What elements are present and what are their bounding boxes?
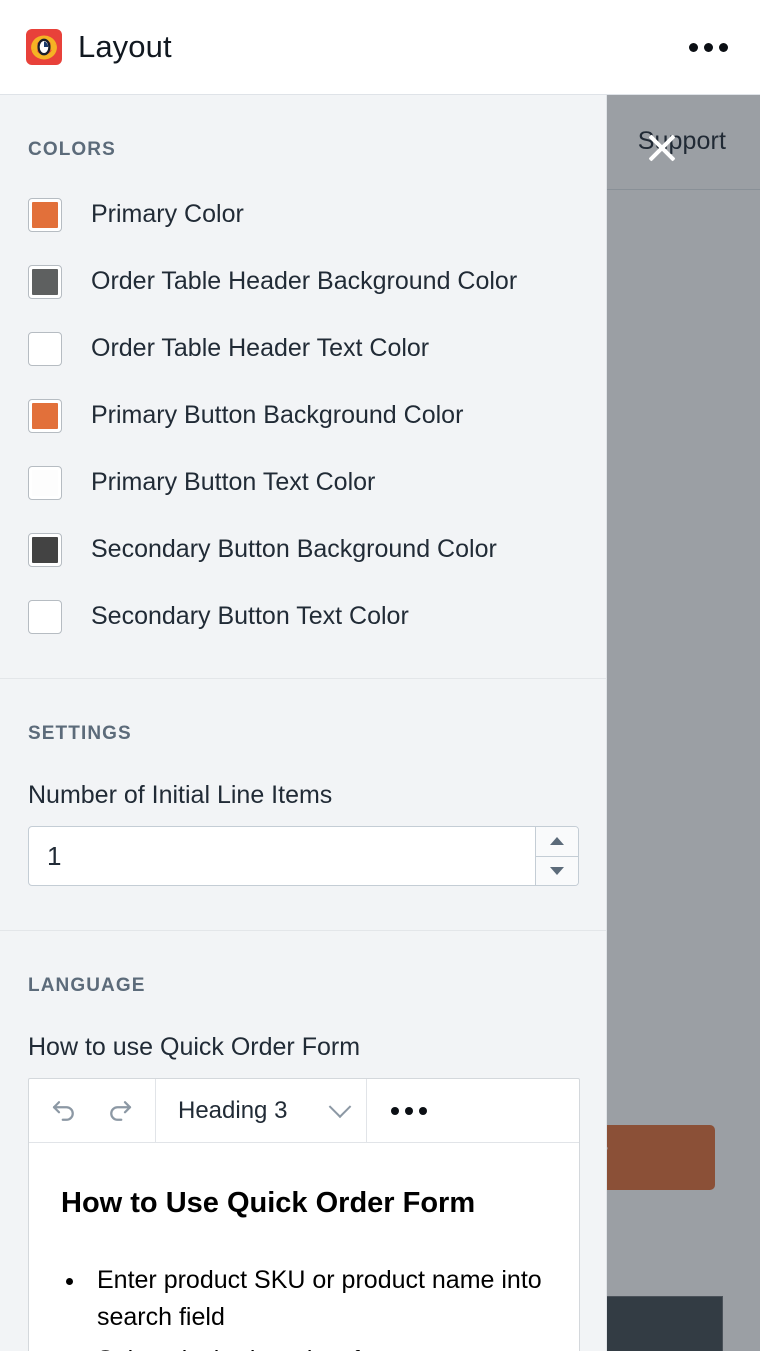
rte-bullet-item: Select desired product from — [87, 1342, 547, 1351]
block-format-select[interactable]: Heading 3 — [156, 1079, 366, 1142]
app-logo-icon — [26, 29, 62, 65]
color-swatch-frame[interactable] — [28, 197, 62, 232]
toolbar-overflow-button[interactable] — [367, 1079, 451, 1142]
quick-order-form-help-label: How to use Quick Order Form — [28, 1033, 361, 1061]
colors-list: Primary Color Order Table Header Backgro… — [0, 161, 606, 678]
language-section: LANGUAGE How to use Quick Order Form Hea… — [0, 930, 606, 1351]
color-row-label: Primary Button Text Color — [91, 468, 376, 496]
color-row-order-table-header-background[interactable]: Order Table Header Background Color — [0, 248, 606, 315]
color-swatch — [32, 469, 58, 496]
color-swatch-frame[interactable] — [28, 465, 62, 500]
close-modal-button[interactable] — [645, 131, 679, 165]
chevron-down-icon — [550, 866, 564, 875]
header-more-options-button[interactable] — [683, 33, 734, 62]
history-button-group — [29, 1079, 156, 1142]
rte-bullet-item: Enter product SKU or product name into s… — [87, 1262, 547, 1336]
color-row-order-table-header-text[interactable]: Order Table Header Text Color — [0, 315, 606, 382]
more-options-icon — [704, 42, 713, 52]
page-title: Layout — [78, 29, 172, 64]
chevron-down-icon — [328, 1094, 352, 1118]
stepper-increment-button[interactable] — [536, 827, 578, 856]
language-body: How to use Quick Order Form Heading 3 Ho… — [0, 997, 606, 1351]
redo-icon — [110, 1100, 132, 1121]
modal-header: Layout — [0, 0, 760, 95]
rich-text-editor[interactable]: Heading 3 How to Use Quick Order Form En… — [28, 1078, 580, 1351]
redo-button[interactable] — [97, 1088, 143, 1134]
color-swatch — [32, 268, 58, 295]
more-options-icon — [391, 1106, 399, 1115]
color-row-primary-button-text[interactable]: Primary Button Text Color — [0, 449, 606, 516]
settings-section: SETTINGS Number of Initial Line Items — [0, 678, 606, 930]
color-row-label: Secondary Button Text Color — [91, 602, 409, 630]
color-row-secondary-button-text[interactable]: Secondary Button Text Color — [0, 583, 606, 650]
language-section-title: LANGUAGE — [28, 975, 146, 996]
color-row-label: Primary Button Background Color — [91, 401, 464, 429]
color-row-primary-button-background[interactable]: Primary Button Background Color — [0, 382, 606, 449]
rte-heading: How to Use Quick Order Form — [61, 1187, 476, 1219]
chevron-up-icon — [550, 837, 564, 846]
color-swatch — [32, 402, 58, 429]
color-swatch-frame[interactable] — [28, 599, 62, 634]
undo-icon — [52, 1100, 74, 1121]
line-items-field[interactable] — [28, 826, 579, 886]
stepper-decrement-button[interactable] — [536, 855, 578, 885]
colors-section: COLORS Primary Color Order Table Header … — [0, 95, 606, 678]
color-row-primary-color[interactable]: Primary Color — [0, 181, 606, 248]
color-swatch — [32, 201, 58, 228]
more-options-icon — [719, 42, 728, 52]
layout-settings-panel: COLORS Primary Color Order Table Header … — [0, 95, 607, 1351]
color-row-label: Primary Color — [91, 200, 244, 228]
block-format-value: Heading 3 — [178, 1096, 288, 1124]
line-items-label: Number of Initial Line Items — [28, 781, 333, 809]
color-swatch-frame[interactable] — [28, 398, 62, 433]
line-items-stepper[interactable] — [535, 827, 578, 885]
more-options-icon — [419, 1106, 427, 1115]
color-swatch — [32, 335, 58, 362]
color-row-label: Secondary Button Background Color — [91, 535, 497, 563]
rich-text-toolbar: Heading 3 — [29, 1079, 579, 1143]
more-options-icon — [405, 1106, 413, 1115]
colors-section-title: COLORS — [28, 139, 116, 160]
rich-text-content[interactable]: How to Use Quick Order Form Enter produc… — [29, 1143, 579, 1351]
color-row-label: Order Table Header Text Color — [91, 334, 430, 362]
color-swatch — [32, 603, 58, 630]
settings-section-title: SETTINGS — [28, 723, 132, 744]
block-format-group: Heading 3 — [156, 1079, 367, 1142]
color-swatch-frame[interactable] — [28, 264, 62, 299]
color-row-label: Order Table Header Background Color — [91, 267, 518, 295]
rte-bullet-list: Enter product SKU or product name into s… — [87, 1262, 547, 1351]
line-items-input[interactable] — [29, 827, 535, 885]
color-swatch — [32, 536, 58, 563]
color-swatch-frame[interactable] — [28, 331, 62, 366]
app-logo-glyph — [31, 35, 57, 60]
undo-button[interactable] — [41, 1088, 87, 1134]
color-row-secondary-button-background[interactable]: Secondary Button Background Color — [0, 516, 606, 583]
settings-body: Number of Initial Line Items — [0, 745, 606, 930]
color-swatch-frame[interactable] — [28, 532, 62, 567]
more-options-icon — [689, 42, 698, 52]
